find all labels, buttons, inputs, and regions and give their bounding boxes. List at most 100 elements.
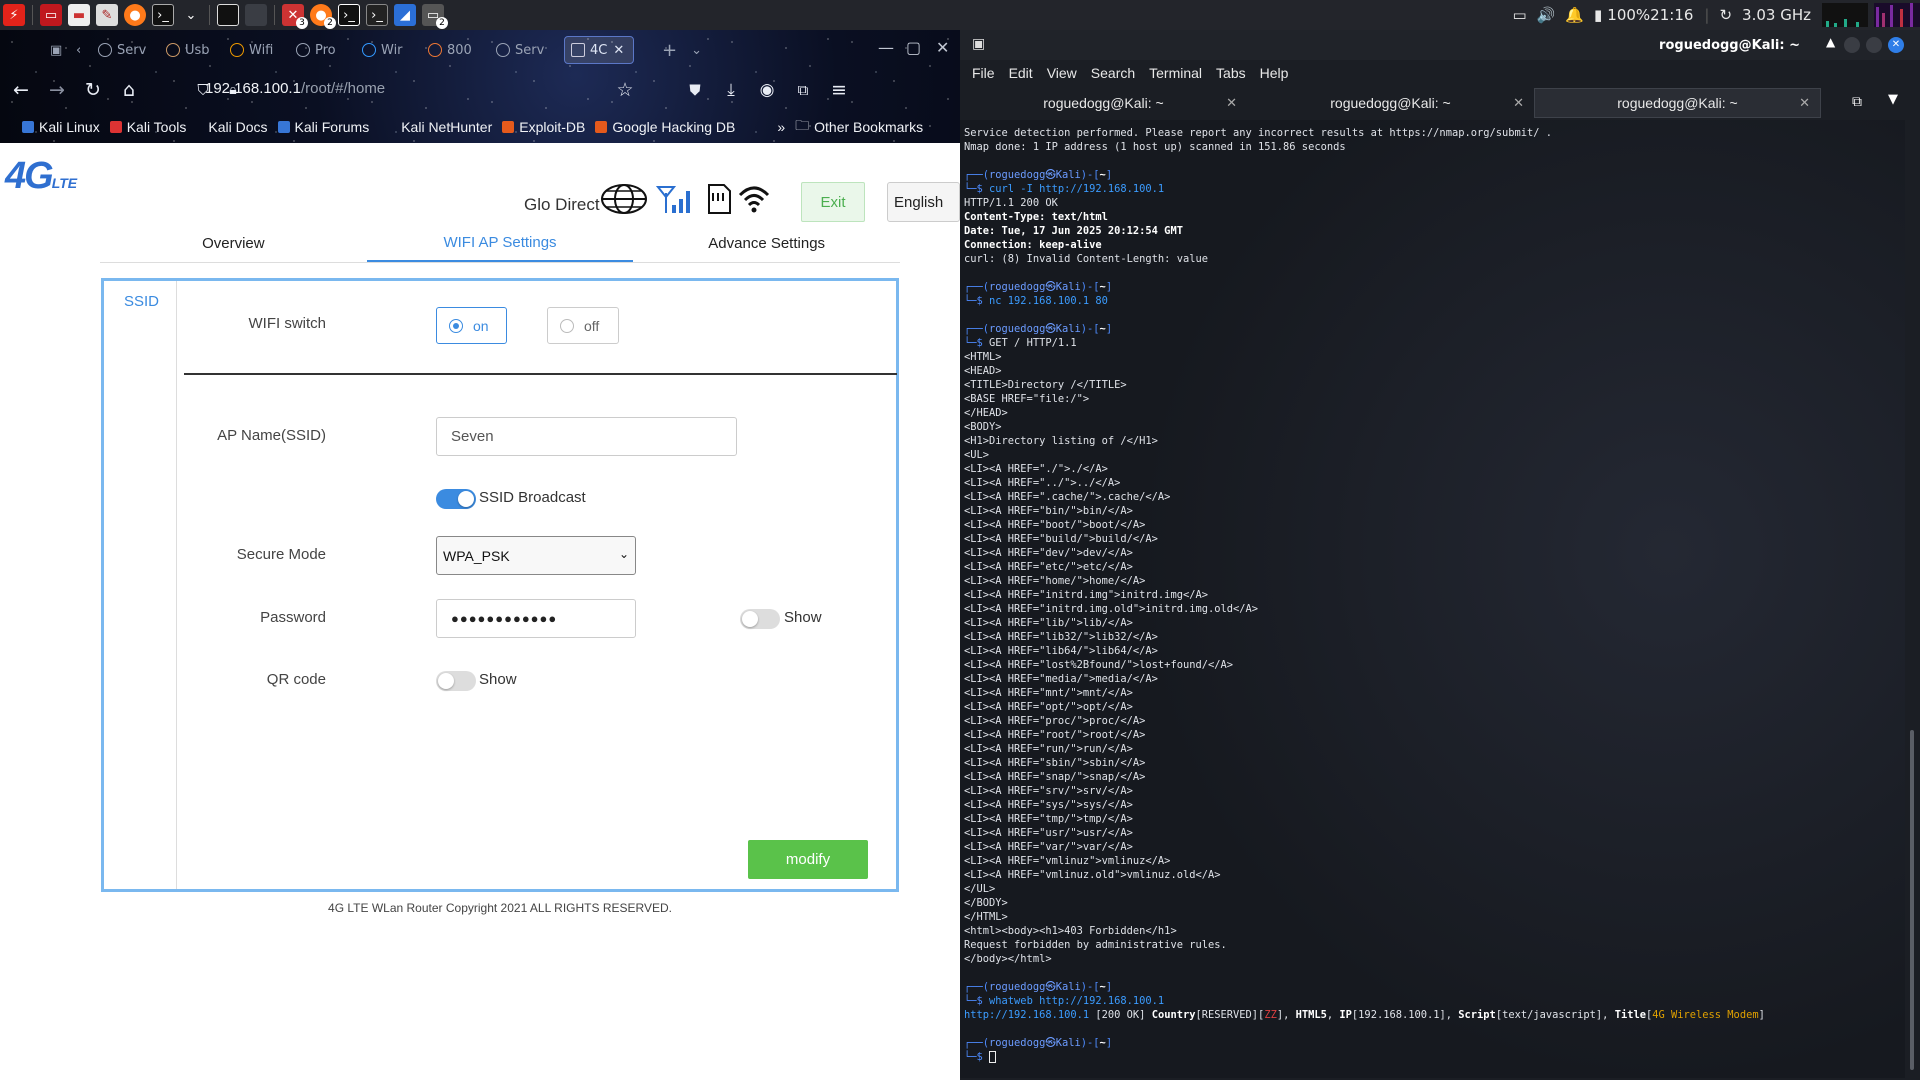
kali-menu-icon[interactable]: ⚡ [3,4,25,26]
other-bookmarks[interactable]: 🗀 Other Bookmarks [795,115,923,139]
pocket-icon[interactable]: ⛊ [680,75,710,105]
tab-overview-icon[interactable]: ▣ [50,36,68,64]
terminal-tab[interactable]: roguedogg@Kali: ~ ✕ [960,88,1247,118]
workspace-1-icon[interactable] [217,4,239,26]
bookmark-kali-docs[interactable]: Kali Docs [208,119,267,135]
battery-icon[interactable]: ▮ [1594,6,1602,24]
menu-terminal[interactable]: Terminal [1149,65,1202,81]
browser-tab[interactable]: Wifi [230,36,288,64]
account-icon[interactable]: ◉ [752,75,782,105]
back-icon[interactable]: ← [6,75,36,105]
panel-separator [274,5,275,25]
browser-tab[interactable]: Serv [496,36,556,64]
kali-dragon-task-icon[interactable]: ◢ [394,4,416,26]
menu-view[interactable]: View [1047,65,1077,81]
qr-code-toggle[interactable] [436,671,476,691]
password-input[interactable]: ●●●●●●●●●●●● [436,599,636,638]
menu-help[interactable]: Help [1260,65,1289,81]
modify-button[interactable]: modify [748,840,868,879]
terminal-scrollbar[interactable] [1910,730,1914,1070]
wifi-off-radio[interactable]: off [547,307,619,344]
chevron-down-icon[interactable]: ⌄ [180,4,202,26]
menu-icon[interactable]: ≡ [824,75,854,105]
burp-task-icon[interactable]: ✕ 3 [282,4,308,29]
text-editor-icon[interactable]: ✎ [96,4,118,26]
show-desktop-icon[interactable]: ▭ [40,4,62,26]
file-manager-icon[interactable]: ▬ [68,4,90,26]
notifications-icon[interactable]: 🔔 [1565,6,1584,24]
clock[interactable]: 21:16 [1650,6,1693,24]
maximize-window-icon[interactable]: ▢ [906,38,921,57]
close-window-icon[interactable]: ✕ [936,38,949,57]
bookmark-kali-linux[interactable]: Kali Linux [22,119,100,135]
folder-icon: 🗀 [795,116,810,133]
whatweb-url: http://192.168.100.1 [964,1009,1090,1021]
home-icon[interactable]: ⌂ [114,75,144,105]
menu-edit[interactable]: Edit [1009,65,1033,81]
language-select[interactable]: English [887,182,960,222]
menu-file[interactable]: File [972,65,995,81]
terminal-task-2-icon[interactable]: ›_ [366,4,388,26]
ssid-broadcast-toggle[interactable] [436,489,476,509]
list-all-tabs-icon[interactable]: ⌄ [691,36,702,64]
bookmark-google-hacking-db[interactable]: Google Hacking DB [595,119,735,135]
downloads-icon[interactable]: ⤓ [716,75,746,105]
close-tab-icon[interactable]: ✕ [613,43,624,58]
tabs-scroll-left[interactable]: ‹ [76,36,90,64]
signal-strength-icon [656,186,690,213]
minimize-window-icon[interactable] [1844,37,1860,53]
maximize-window-icon[interactable] [1866,37,1882,53]
terminal-output[interactable]: Service detection performed. Please repo… [960,120,1905,1078]
more-bookmarks-icon[interactable]: » [777,119,785,135]
tab-wifi-ap-settings[interactable]: WIFI AP Settings [366,225,634,262]
browser-tab[interactable]: 800 [428,36,488,64]
bookmark-kali-tools[interactable]: Kali Tools [109,119,186,135]
browser-tab[interactable]: Wir [362,36,420,64]
browser-tab[interactable]: Pro [296,36,354,64]
workspace-2-icon[interactable] [245,4,267,26]
router-page: 4GLTE Glo Direct Exit English Overview W… [0,143,960,1080]
tab-overview[interactable]: Overview [100,225,367,262]
menu-tabs[interactable]: Tabs [1216,65,1246,81]
extensions-icon[interactable]: ⧉ [788,75,818,105]
bookmark-kali-forums[interactable]: Kali Forums [277,119,369,135]
ap-name-input[interactable]: Seven [436,417,737,456]
close-tab-icon[interactable]: ✕ [1513,95,1524,111]
listing-line: <LI><A HREF="sbin/">sbin/</A> [964,757,1146,769]
wifi-on-radio[interactable]: on [436,307,507,344]
password-show-toggle[interactable] [740,609,780,629]
bookmark-kali-nethunter[interactable]: Kali NetHunter [401,119,492,135]
terminal-task-icon[interactable]: ›_ [338,4,360,26]
minimize-window-icon[interactable]: — [878,38,894,57]
url-bar[interactable]: 192.168.100.1/root/#/home [205,80,385,97]
terminal-launcher-icon[interactable]: ›_ [152,4,174,26]
keep-above-icon[interactable]: ▲ [1826,35,1835,49]
terminal-tab-active[interactable]: roguedogg@Kali: ~ ✕ [1534,88,1821,118]
forward-icon[interactable]: → [42,75,72,105]
bookmark-exploit-db[interactable]: Exploit-DB [502,119,585,135]
listing-line: </BODY> [964,897,1008,909]
reload-icon[interactable]: ↻ [78,75,108,105]
files-task-icon[interactable]: ▭ 2 [422,4,448,29]
close-tab-icon[interactable]: ✕ [1226,95,1237,111]
window-list-icon[interactable]: ▭ [1512,6,1526,24]
browser-tab[interactable]: Usb [166,36,222,64]
new-tab-icon[interactable]: ⧉ [1852,94,1862,110]
close-tab-icon[interactable]: ✕ [1799,95,1810,111]
close-window-icon[interactable]: ✕ [1888,37,1904,53]
terminal-tab[interactable]: roguedogg@Kali: ~ ✕ [1247,88,1534,118]
new-tab-button[interactable]: + [662,36,677,64]
volume-icon[interactable]: 🔊 [1537,6,1556,24]
sidebar-item-ssid[interactable]: SSID [124,293,159,310]
browser-tab-active[interactable]: 4C ✕ [564,36,634,64]
tab-advance-settings[interactable]: Advance Settings [633,225,900,262]
exit-button[interactable]: Exit [801,182,865,222]
firefox-task-icon[interactable]: ● 2 [310,4,336,29]
secure-mode-select[interactable]: WPA_PSK ⌄ [436,536,636,575]
terminal-menu-bar: File Edit View Search Terminal Tabs Help [960,60,1920,86]
bookmark-star-icon[interactable]: ☆ [610,75,640,105]
firefox-icon[interactable]: ● [124,4,146,26]
menu-search[interactable]: Search [1091,65,1135,81]
browser-tab[interactable]: Serv [98,36,158,64]
tabs-menu-icon[interactable]: ▼ [1888,92,1898,107]
